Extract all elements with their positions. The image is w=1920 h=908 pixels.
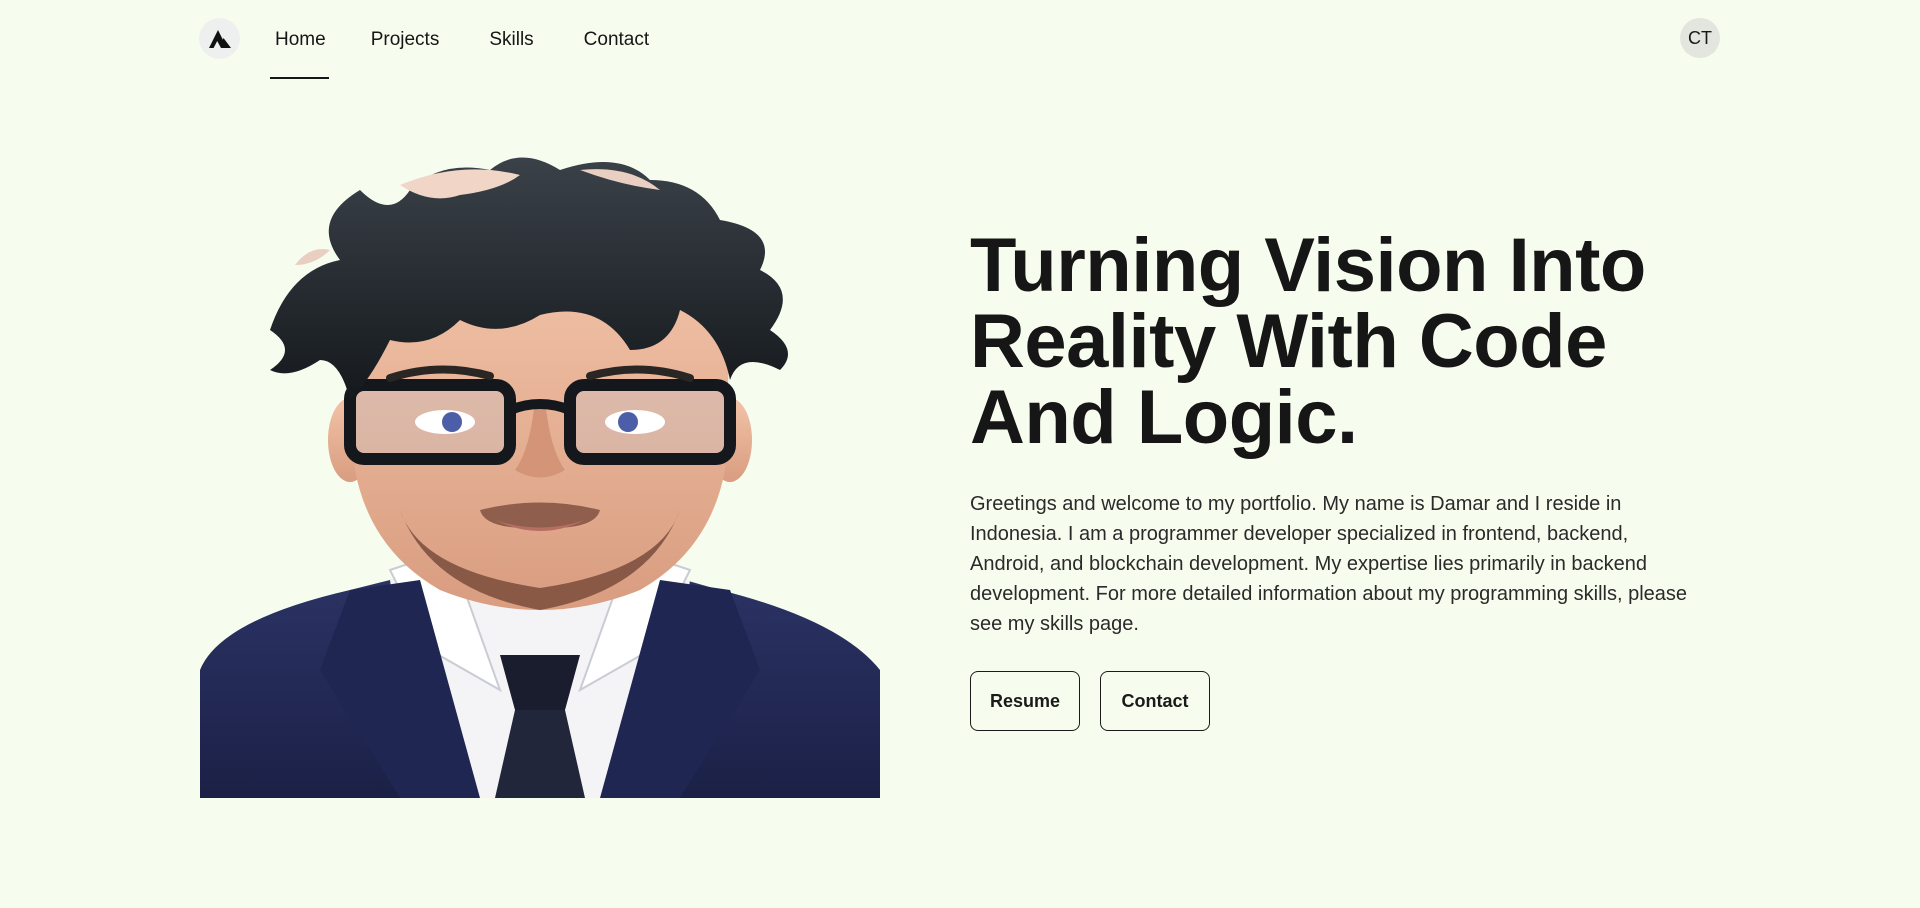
hero-title: Turning Vision Into Reality With Code An…: [970, 228, 1710, 456]
hero-title-line-1: Turning Vision Into: [970, 223, 1646, 308]
triangle-logo-icon: [208, 29, 231, 48]
nav-home[interactable]: Home: [275, 0, 326, 49]
nav-projects[interactable]: Projects: [371, 0, 440, 49]
nav-contact[interactable]: Contact: [584, 0, 649, 49]
site-header: Home Projects Skills Contact CT: [0, 0, 1920, 80]
logo-button[interactable]: [199, 18, 240, 59]
hero-title-line-3: And Logic.: [970, 375, 1358, 460]
nav-skills[interactable]: Skills: [489, 0, 533, 49]
hero-description: Greetings and welcome to my portfolio. M…: [970, 493, 1688, 635]
main-nav: Home Projects Skills Contact: [270, 0, 649, 80]
contact-button[interactable]: Contact: [1100, 671, 1210, 731]
developer-portrait: [200, 150, 880, 798]
nav-active-indicator: [270, 77, 329, 79]
resume-button[interactable]: Resume: [970, 671, 1080, 731]
hero-buttons: Resume Contact: [970, 671, 1710, 731]
hero-section: Turning Vision Into Reality With Code An…: [970, 228, 1710, 731]
user-avatar[interactable]: CT: [1680, 18, 1720, 58]
developer-portrait-illustration: [200, 157, 880, 798]
hero-title-line-2: Reality With Code: [970, 299, 1607, 384]
